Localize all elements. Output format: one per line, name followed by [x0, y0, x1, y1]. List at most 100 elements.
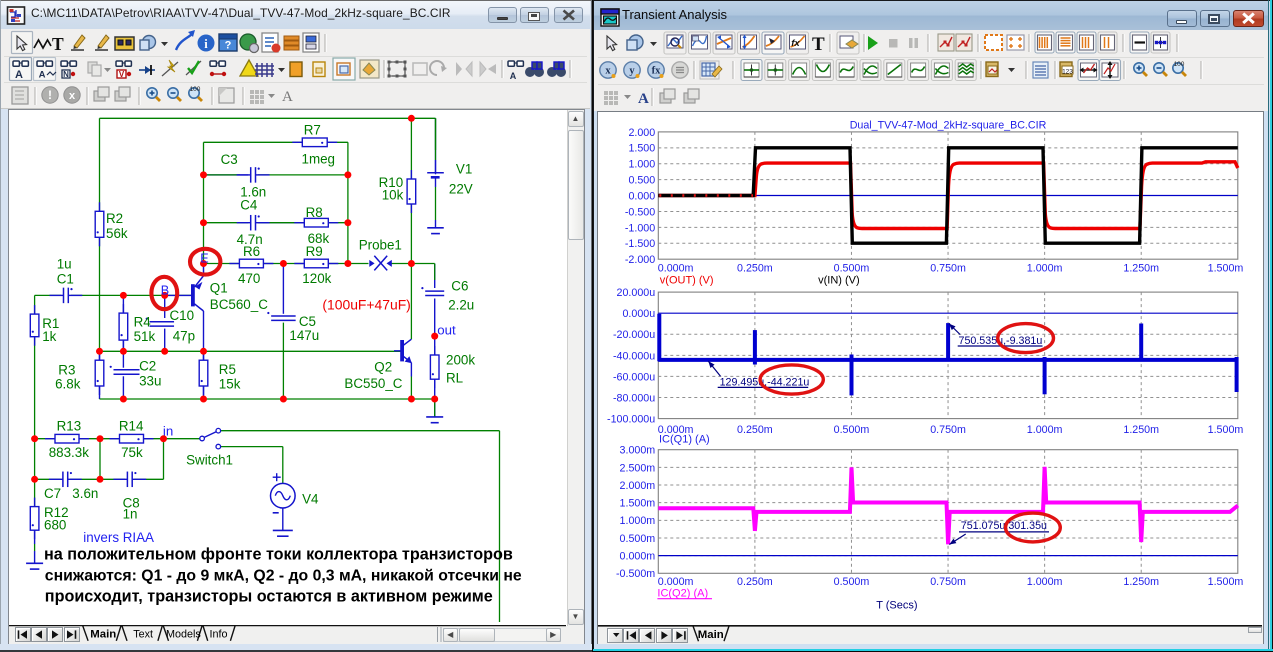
svg-text:Dual_TVV-47-Mod_2kHz-square_BC: Dual_TVV-47-Mod_2kHz-square_BC.CIR — [850, 120, 1047, 132]
svg-text:0.500m: 0.500m — [834, 262, 870, 274]
svg-text:V: V — [119, 70, 125, 79]
svg-text:47p: 47p — [173, 329, 195, 344]
svg-text:1.000m: 1.000m — [1027, 576, 1063, 588]
svg-text:22V: 22V — [449, 182, 473, 197]
svg-text:R8: R8 — [306, 205, 323, 220]
svg-text:0.250m: 0.250m — [737, 424, 773, 436]
svg-text:-2.000: -2.000 — [625, 254, 655, 266]
svg-text:1.500: 1.500 — [628, 143, 655, 155]
svg-text:-40.000u: -40.000u — [613, 350, 655, 362]
svg-text:B: B — [161, 283, 169, 297]
svg-text:R6: R6 — [243, 244, 260, 259]
svg-text:x: x — [69, 90, 76, 102]
svg-text:T: T — [812, 34, 825, 55]
svg-text:2.000: 2.000 — [628, 127, 655, 139]
svg-text:-80.000u: -80.000u — [613, 392, 655, 404]
svg-text:120k: 120k — [302, 271, 331, 286]
svg-text:1.250m: 1.250m — [1123, 424, 1159, 436]
svg-text:123: 123 — [1062, 69, 1073, 76]
svg-text:3.000m: 3.000m — [620, 445, 656, 457]
svg-text:1.000: 1.000 — [628, 159, 655, 171]
svg-text:0.500m: 0.500m — [834, 576, 870, 588]
svg-text:1.500m: 1.500m — [1208, 576, 1244, 588]
svg-text:?: ? — [225, 40, 232, 52]
svg-text:1.500m: 1.500m — [1208, 424, 1244, 436]
svg-text:Info: Info — [210, 629, 228, 641]
svg-text:C1: C1 — [57, 272, 74, 287]
svg-text:680: 680 — [44, 518, 66, 533]
svg-text:C5: C5 — [299, 314, 316, 329]
svg-text:R13: R13 — [57, 419, 82, 434]
svg-text:C4: C4 — [240, 198, 258, 213]
svg-text:C6: C6 — [451, 279, 468, 294]
svg-text:883.3k: 883.3k — [49, 445, 90, 460]
svg-text:Probe1: Probe1 — [359, 238, 402, 253]
svg-text:0.500m: 0.500m — [620, 533, 656, 545]
svg-text:v(IN) (V): v(IN) (V) — [818, 275, 860, 287]
svg-text:RL: RL — [446, 371, 463, 386]
svg-text:BC560_C: BC560_C — [210, 297, 268, 312]
svg-text:R3: R3 — [58, 363, 75, 378]
svg-text:A: A — [39, 70, 46, 81]
svg-text:1u: 1u — [57, 257, 72, 272]
svg-text:C2: C2 — [139, 359, 156, 374]
svg-text:470: 470 — [238, 271, 260, 286]
svg-text:Main: Main — [698, 629, 724, 641]
svg-text:751.075u,301.35u: 751.075u,301.35u — [961, 520, 1047, 532]
svg-text:V1: V1 — [456, 162, 472, 177]
svg-text:A: A — [282, 89, 293, 105]
svg-text:!: ! — [48, 88, 52, 102]
svg-text:20.000u: 20.000u — [617, 287, 656, 299]
svg-text:C7: C7 — [44, 486, 61, 501]
svg-text:1.500m: 1.500m — [1208, 262, 1244, 274]
svg-text:1meg: 1meg — [302, 152, 336, 167]
svg-text:1.000m: 1.000m — [1027, 262, 1063, 274]
svg-text:100: 100 — [190, 86, 201, 93]
svg-text:снижаются: Q1 - до 9 мкА, Q2 -: снижаются: Q1 - до 9 мкА, Q2 - до 0,3 мА… — [45, 568, 522, 585]
svg-text:R2: R2 — [106, 211, 123, 226]
svg-text:R9: R9 — [306, 244, 323, 259]
svg-text:6.8k: 6.8k — [55, 377, 81, 392]
svg-text:147u: 147u — [289, 328, 319, 343]
svg-text:0.250m: 0.250m — [737, 576, 773, 588]
svg-text:R7: R7 — [304, 123, 321, 138]
svg-text:R4: R4 — [134, 315, 152, 330]
svg-text:0.000m: 0.000m — [658, 576, 694, 588]
svg-text:1n: 1n — [123, 507, 138, 522]
svg-text:1.000m: 1.000m — [620, 515, 656, 527]
svg-text:0.000u: 0.000u — [622, 308, 655, 320]
svg-text:C3: C3 — [221, 152, 238, 167]
svg-text:IC(Q2) (A): IC(Q2) (A) — [657, 588, 708, 600]
svg-text:V4: V4 — [302, 492, 319, 507]
svg-text:0.500: 0.500 — [628, 175, 655, 187]
svg-text:-1.000: -1.000 — [625, 222, 655, 234]
svg-text:Main: Main — [90, 629, 116, 641]
svg-text:-100.000u: -100.000u — [607, 414, 655, 426]
svg-text:in: in — [163, 424, 173, 439]
svg-text:1.000m: 1.000m — [1027, 424, 1063, 436]
svg-text:0.750m: 0.750m — [930, 262, 966, 274]
svg-text:100: 100 — [1174, 61, 1185, 68]
svg-text:T: T — [52, 34, 64, 54]
svg-text:x: x — [605, 66, 611, 77]
svg-text:200k: 200k — [446, 353, 475, 368]
svg-text:51k: 51k — [134, 329, 156, 344]
svg-text:-60.000u: -60.000u — [613, 371, 655, 383]
svg-text:на положительном фронте токи к: на положительном фронте токи коллектора … — [44, 546, 513, 564]
svg-text:T (Secs): T (Secs) — [876, 600, 917, 612]
svg-text:-0.500m: -0.500m — [616, 568, 655, 580]
svg-text:0.250m: 0.250m — [737, 262, 773, 274]
svg-text:2.500m: 2.500m — [620, 462, 656, 474]
svg-text:C10: C10 — [170, 308, 195, 323]
svg-text:Q1: Q1 — [210, 281, 228, 296]
svg-text:0.000m: 0.000m — [658, 262, 694, 274]
svg-text:Switch1: Switch1 — [186, 453, 233, 468]
svg-text:1.250m: 1.250m — [1123, 262, 1159, 274]
svg-text:10k: 10k — [382, 187, 404, 202]
svg-text:-20.000u: -20.000u — [613, 329, 655, 341]
svg-text:2.2u: 2.2u — [448, 298, 474, 313]
svg-text:IC(Q1) (A): IC(Q1) (A) — [659, 434, 710, 446]
svg-text:2.000m: 2.000m — [620, 480, 656, 492]
svg-text:56k: 56k — [106, 226, 128, 241]
svg-text:i: i — [204, 37, 208, 51]
